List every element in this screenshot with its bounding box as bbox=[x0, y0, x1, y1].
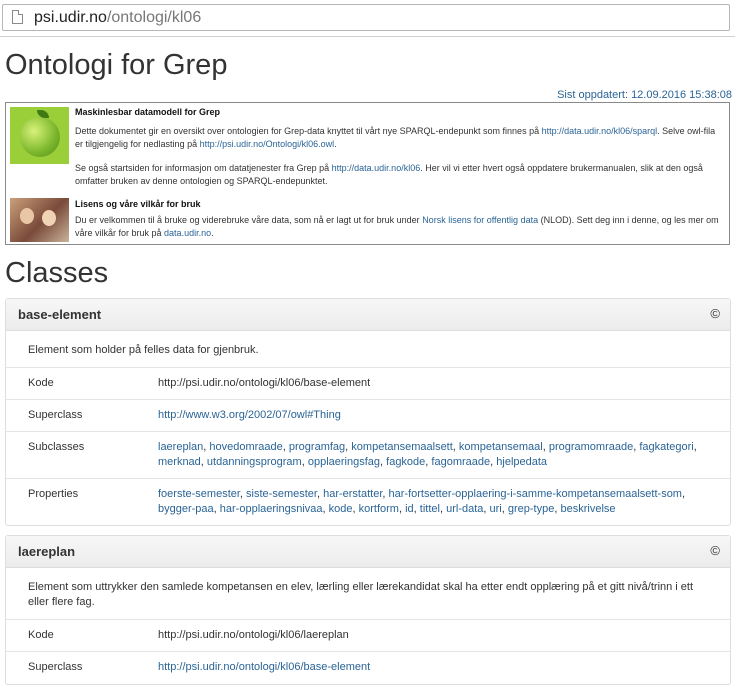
class-link[interactable]: grep-type bbox=[508, 503, 554, 515]
class-link[interactable]: kompetansemaalsett bbox=[351, 441, 453, 453]
info-section-datamodel: Maskinlesbar datamodell for Grep Dette d… bbox=[75, 106, 725, 188]
class-link[interactable]: laereplan bbox=[158, 441, 203, 453]
info-paragraph-1: Dette dokumentet gir en oversikt over on… bbox=[75, 125, 725, 151]
kode-label: Kode bbox=[28, 629, 54, 641]
info-heading-datamodel: Maskinlesbar datamodell for Grep bbox=[75, 107, 221, 117]
class-link[interactable]: opplaeringsfag bbox=[308, 456, 380, 468]
panel-title: laereplan bbox=[18, 544, 76, 559]
class-link[interactable]: programomraade bbox=[549, 441, 633, 453]
url-path: /ontologi/kl06 bbox=[106, 9, 202, 26]
class-link[interactable]: bygger-paa bbox=[158, 503, 214, 515]
class-panel-laereplan: laereplan © Element som uttrykker den sa… bbox=[5, 535, 731, 685]
copyright-icon[interactable]: © bbox=[710, 543, 720, 558]
class-link[interactable]: kompetansemaal bbox=[459, 441, 543, 453]
superclass-label: Superclass bbox=[28, 409, 83, 421]
properties-list: foerste-semester, siste-semester, har-er… bbox=[158, 488, 686, 515]
info-section-license: Lisens og våre vilkår for bruk Du er vel… bbox=[75, 198, 725, 240]
info-paragraph-3: Du er velkommen til å bruke og viderebru… bbox=[75, 214, 725, 240]
class-link[interactable]: utdanningsprogram bbox=[207, 456, 302, 468]
info-text: Dette dokumentet gir en oversikt over on… bbox=[75, 126, 542, 136]
sparql-endpoint-link[interactable]: http://data.udir.no/kl06/sparql bbox=[542, 126, 658, 136]
url-field[interactable]: psi.udir.no/ontologi/kl06 bbox=[2, 4, 730, 31]
photo-person-1 bbox=[20, 208, 34, 224]
panel-description: Element som uttrykker den samlede kompet… bbox=[6, 568, 730, 620]
class-link[interactable]: fagkategori bbox=[639, 441, 693, 453]
info-text: Se også startsiden for informasjon om da… bbox=[75, 163, 332, 173]
superclass-label: Superclass bbox=[28, 661, 83, 673]
info-text: . bbox=[211, 228, 214, 238]
info-heading-license: Lisens og våre vilkår for bruk bbox=[75, 199, 201, 209]
superclass-row: Superclass http://psi.udir.no/ontologi/k… bbox=[6, 652, 730, 683]
class-link[interactable]: kortform bbox=[359, 503, 399, 515]
class-link[interactable]: beskrivelse bbox=[560, 503, 615, 515]
people-photo bbox=[10, 198, 69, 242]
class-link[interactable]: hovedomraade bbox=[209, 441, 282, 453]
kode-row: Kode http://psi.udir.no/ontologi/kl06/la… bbox=[6, 620, 730, 652]
superclass-row: Superclass http://www.w3.org/2002/07/owl… bbox=[6, 400, 730, 432]
photo-person-2 bbox=[42, 210, 56, 226]
class-link[interactable]: hjelpedata bbox=[496, 456, 547, 468]
subclasses-label: Subclasses bbox=[28, 441, 85, 453]
class-link[interactable]: tittel bbox=[420, 503, 440, 515]
panel-header: base-element © bbox=[6, 299, 730, 331]
class-link[interactable]: programfag bbox=[289, 441, 345, 453]
page-title: Ontologi for Grep bbox=[5, 49, 228, 81]
url-text[interactable]: psi.udir.no/ontologi/kl06 bbox=[34, 9, 201, 27]
classes-heading: Classes bbox=[5, 257, 109, 289]
subclasses-list: laereplan, hovedomraade, programfag, kom… bbox=[158, 441, 697, 468]
class-link[interactable]: url-data bbox=[446, 503, 483, 515]
properties-row: Properties foerste-semester, siste-semes… bbox=[6, 479, 730, 525]
url-host: psi.udir.no bbox=[34, 9, 107, 26]
superclass-link[interactable]: http://www.w3.org/2002/07/owl#Thing bbox=[158, 409, 341, 421]
class-link[interactable]: id bbox=[405, 503, 414, 515]
nlod-license-link[interactable]: Norsk lisens for offentlig data bbox=[422, 215, 538, 225]
info-box: Maskinlesbar datamodell for Grep Dette d… bbox=[5, 102, 730, 245]
subclasses-row: Subclasses laereplan, hovedomraade, prog… bbox=[6, 432, 730, 479]
browser-address-bar: psi.udir.no/ontologi/kl06 bbox=[0, 0, 735, 37]
kode-label: Kode bbox=[28, 377, 54, 389]
kode-row: Kode http://psi.udir.no/ontologi/kl06/ba… bbox=[6, 368, 730, 400]
class-link[interactable]: siste-semester bbox=[246, 488, 317, 500]
class-link[interactable]: har-opplaeringsnivaa bbox=[220, 503, 323, 515]
panel-header: laereplan © bbox=[6, 536, 730, 568]
apple-fruit-shape bbox=[20, 117, 60, 157]
superclass-link[interactable]: http://psi.udir.no/ontologi/kl06/base-el… bbox=[158, 661, 370, 673]
class-link[interactable]: kode bbox=[329, 503, 353, 515]
superclass-value: http://www.w3.org/2002/07/owl#Thing bbox=[158, 400, 730, 431]
copyright-icon[interactable]: © bbox=[710, 306, 720, 321]
class-link[interactable]: har-erstatter bbox=[323, 488, 382, 500]
owl-file-link[interactable]: http://psi.udir.no/Ontologi/kl06.owl bbox=[200, 139, 335, 149]
class-link[interactable]: fagomraade bbox=[431, 456, 490, 468]
class-link[interactable]: uri bbox=[490, 503, 502, 515]
class-link[interactable]: merknad bbox=[158, 456, 201, 468]
page-icon bbox=[12, 10, 23, 24]
class-link[interactable]: fagkode bbox=[386, 456, 425, 468]
panel-title: base-element bbox=[18, 307, 102, 322]
info-paragraph-2: Se også startsiden for informasjon om da… bbox=[75, 162, 725, 188]
kode-value: http://psi.udir.no/ontologi/kl06/base-el… bbox=[158, 377, 371, 389]
info-text: . bbox=[334, 139, 337, 149]
info-text: Du er velkommen til å bruke og viderebru… bbox=[75, 215, 423, 225]
properties-label: Properties bbox=[28, 488, 79, 500]
class-link[interactable]: foerste-semester bbox=[158, 488, 240, 500]
panel-description: Element som holder på felles data for gj… bbox=[6, 331, 730, 368]
kode-value: http://psi.udir.no/ontologi/kl06/laerepl… bbox=[158, 629, 349, 641]
class-panel-base-element: base-element © Element som holder på fel… bbox=[5, 298, 731, 526]
class-link[interactable]: har-fortsetter-opplaering-i-samme-kompet… bbox=[389, 488, 682, 500]
data-udir-link[interactable]: data.udir.no bbox=[164, 228, 211, 238]
data-services-link[interactable]: http://data.udir.no/kl06 bbox=[332, 163, 421, 173]
green-apple-image bbox=[10, 107, 69, 164]
superclass-value: http://psi.udir.no/ontologi/kl06/base-el… bbox=[158, 652, 730, 683]
last-updated: Sist oppdatert: 12.09.2016 15:38:08 bbox=[557, 89, 732, 101]
